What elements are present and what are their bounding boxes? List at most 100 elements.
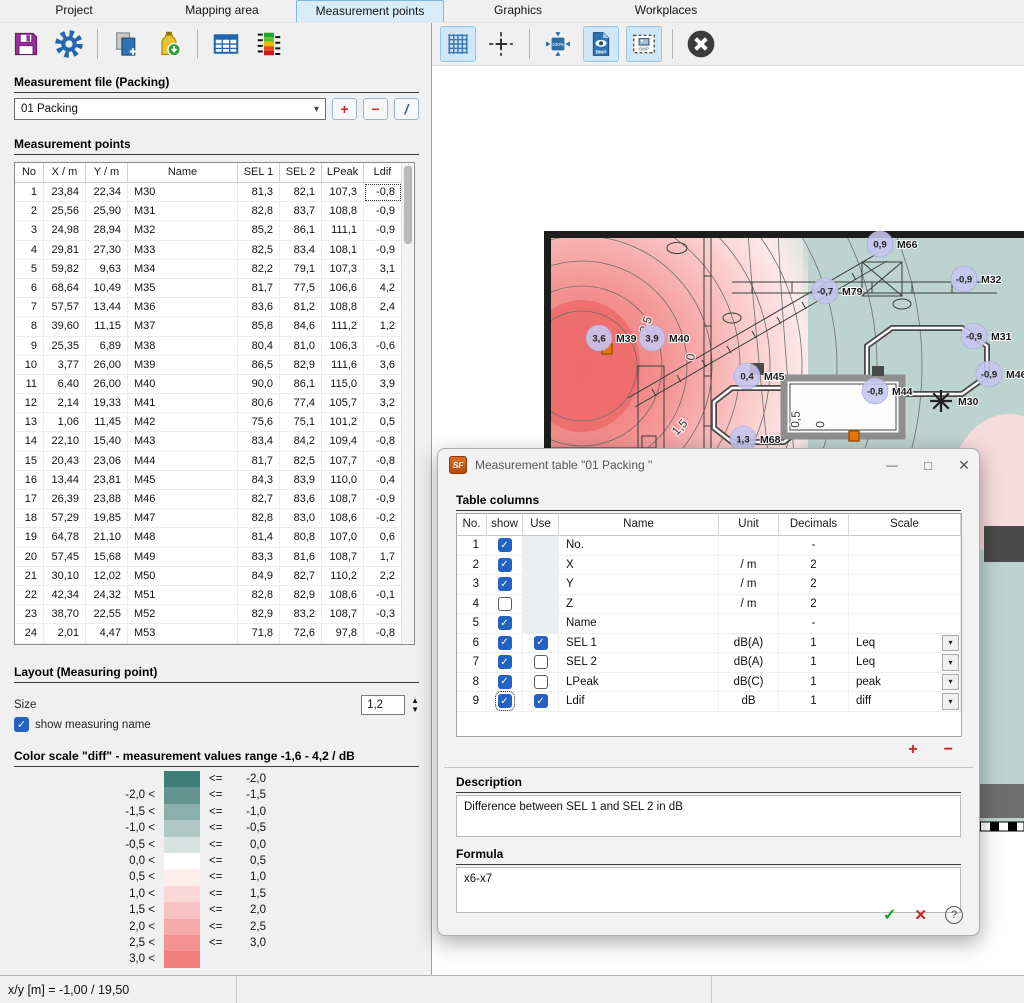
grid-cell[interactable]: 1 [779,653,849,673]
table-cell[interactable]: 3 [15,221,44,240]
grid-cell[interactable]: / m [719,575,779,595]
measurement-file-select[interactable]: 01 Packing ▾ [14,98,326,120]
table-cell[interactable]: -0,9 [364,202,402,221]
table-cell[interactable]: 83,7 [280,202,322,221]
table-cell[interactable]: M33 [128,241,238,260]
table-cell[interactable]: 1,06 [44,413,86,432]
size-input[interactable] [361,695,405,715]
table-cell[interactable]: M34 [128,260,238,279]
table-cell[interactable]: 38,70 [44,605,86,624]
table-cell[interactable]: 10 [15,356,44,375]
table-cell[interactable]: 83,4 [280,241,322,260]
grid-cell[interactable]: 9 [457,692,487,712]
table-cell[interactable]: 6,40 [44,375,86,394]
grid-cell[interactable]: dB(A) [719,634,779,654]
table-cell[interactable]: 20,43 [44,452,86,471]
table-cell[interactable]: 7 [15,298,44,317]
map-area[interactable]: 2,501,50,500,52,50,5 0,9M66-0,7M79-0,9M3… [432,65,1024,975]
table-cell[interactable]: 83,6 [280,490,322,509]
table-cell[interactable]: 3,1 [364,260,402,279]
table-cell[interactable]: -0,9 [364,490,402,509]
table-cell[interactable]: 110,2 [322,567,364,586]
grid-column-header[interactable]: Unit [719,514,779,536]
table-cell[interactable]: 24,98 [44,221,86,240]
table-cell[interactable]: 81,4 [238,528,280,547]
table-cell[interactable]: 22,55 [86,605,128,624]
checkbox[interactable]: ✓ [534,636,548,650]
grid-cell[interactable]: 1 [457,536,487,556]
color-scale-button[interactable] [251,26,287,62]
table-cell[interactable]: M39 [128,356,238,375]
grid-cell[interactable]: Leq▾ [849,634,961,654]
measurement-point-m46[interactable]: -0,9M46 [976,361,1024,387]
table-cell[interactable]: 82,7 [280,567,322,586]
table-cell[interactable]: 84,2 [280,432,322,451]
checkbox[interactable]: ✓ [498,675,512,689]
grid-cell[interactable] [849,614,961,634]
table-cell[interactable]: M31 [128,202,238,221]
crosshair-button[interactable] [483,26,519,62]
table-cell[interactable]: 25,90 [86,202,128,221]
table-cell[interactable]: 11 [15,375,44,394]
grid-cell[interactable] [523,575,559,595]
table-cell[interactable]: 22,34 [86,183,128,202]
table-cell[interactable]: 82,1 [280,183,322,202]
measurement-point-m30[interactable]: M30 [930,390,979,412]
scrollbar-thumb[interactable] [404,166,412,244]
table-cell[interactable]: 84,3 [238,471,280,490]
grid-cell[interactable]: / m [719,556,779,576]
grid-cell[interactable] [849,536,961,556]
measurement-point-m45[interactable]: 0,4M45 [734,363,785,389]
save-button[interactable] [8,26,44,62]
measurement-point-m66[interactable]: 0,9M66 [867,231,918,257]
spin-down-icon[interactable]: ▼ [411,707,419,713]
add-file-button[interactable]: + [332,98,357,120]
column-header[interactable]: Ldif [364,163,402,183]
grid-cell[interactable] [849,595,961,615]
table-cell[interactable]: -0,3 [364,605,402,624]
table-cell[interactable]: 22 [15,586,44,605]
table-cell[interactable]: 68,64 [44,279,86,298]
add-column-button[interactable]: + [908,741,917,759]
grid-cell[interactable] [719,536,779,556]
table-cell[interactable]: 28,94 [86,221,128,240]
grid-cell[interactable] [719,614,779,634]
scale-dropdown-button[interactable]: ▾ [942,674,959,691]
table-cell[interactable]: 15,68 [86,548,128,567]
table-cell[interactable]: 20 [15,548,44,567]
table-cell[interactable]: 1,7 [364,548,402,567]
table-cell[interactable]: 9,63 [86,260,128,279]
table-cell[interactable]: 82,2 [238,260,280,279]
column-header[interactable]: LPeak [322,163,364,183]
table-cell[interactable]: 4 [15,241,44,260]
grid-cell[interactable] [523,653,559,673]
table-cell[interactable]: M42 [128,413,238,432]
table-cell[interactable]: M32 [128,221,238,240]
spin-up-icon[interactable]: ▲ [411,698,419,704]
table-cell[interactable]: 23,06 [86,452,128,471]
table-cell[interactable]: 106,6 [322,279,364,298]
table-cell[interactable]: M53 [128,624,238,643]
tab-project[interactable]: Project [0,0,148,22]
table-cell[interactable]: 29,81 [44,241,86,260]
description-input[interactable]: Difference between SEL 1 and SEL 2 in dB [456,795,961,837]
table-cell[interactable]: -0,9 [364,221,402,240]
table-cell[interactable]: 12 [15,394,44,413]
grid-cell[interactable] [849,556,961,576]
column-header[interactable]: SEL 1 [238,163,280,183]
table-cell[interactable]: 3,6 [364,356,402,375]
copy-page-button[interactable] [108,26,144,62]
measurement-point-m32[interactable]: -0,9M32 [951,266,1002,292]
table-cell[interactable]: 4,2 [364,279,402,298]
table-cell[interactable]: 106,3 [322,337,364,356]
checkbox[interactable]: ✓ [498,558,512,572]
table-cell[interactable]: 86,1 [280,221,322,240]
column-header[interactable]: No [15,163,44,183]
table-cell[interactable]: 86,1 [280,375,322,394]
grid-cell[interactable] [523,614,559,634]
table-cell[interactable]: 82,9 [280,586,322,605]
table-cell[interactable]: 25,56 [44,202,86,221]
table-cell[interactable]: M51 [128,586,238,605]
table-cell[interactable]: 6 [15,279,44,298]
grid-cell[interactable]: 7 [457,653,487,673]
